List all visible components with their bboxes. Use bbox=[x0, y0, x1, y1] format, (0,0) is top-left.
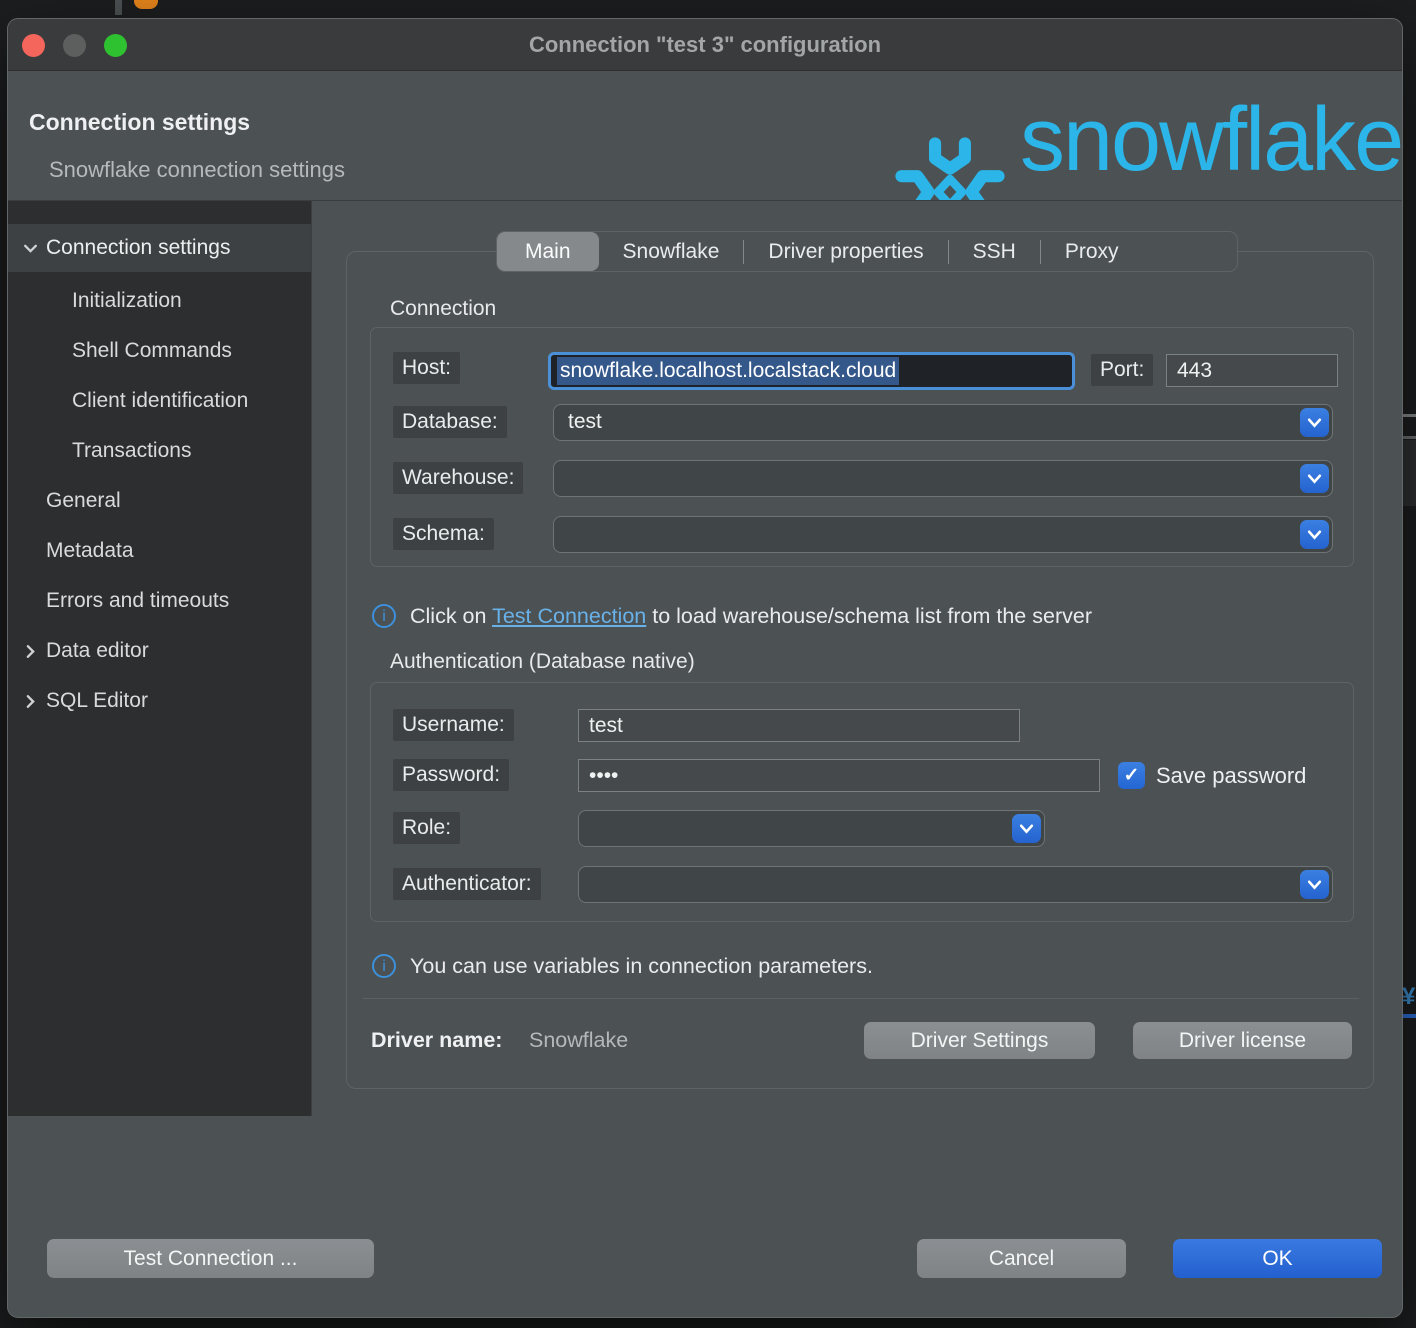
connection-group-label: Connection bbox=[390, 297, 496, 321]
authenticator-combo[interactable] bbox=[578, 866, 1333, 903]
test-connection-button[interactable]: Test Connection ... bbox=[47, 1239, 374, 1278]
role-dropdown-button[interactable] bbox=[1012, 814, 1041, 843]
password-input[interactable]: •••• bbox=[578, 759, 1100, 792]
sidebar-content-divider bbox=[311, 201, 312, 1116]
sidebar-item-client-identification[interactable]: Client identification bbox=[8, 377, 311, 425]
main-tab-content: Connection Host: snowflake.localhost.loc… bbox=[346, 251, 1374, 1089]
chevron-down-icon bbox=[1307, 473, 1322, 485]
driver-name-value: Snowflake bbox=[529, 1028, 628, 1053]
test-connection-hint: Click on Test Connection to load warehou… bbox=[410, 604, 1092, 629]
authentication-group: Username: test Password: •••• Save passw… bbox=[370, 682, 1354, 922]
port-label: Port: bbox=[1091, 354, 1153, 386]
sidebar-item-data-editor[interactable]: Data editor bbox=[8, 627, 311, 675]
host-label: Host: bbox=[393, 352, 460, 384]
chevron-right-icon[interactable] bbox=[20, 641, 40, 661]
database-combo-value: test bbox=[568, 410, 602, 434]
username-input[interactable]: test bbox=[578, 709, 1020, 742]
port-input[interactable]: 443 bbox=[1166, 354, 1338, 387]
driver-license-button[interactable]: Driver license bbox=[1133, 1022, 1352, 1059]
sidebar-item-shell-commands[interactable]: Shell Commands bbox=[8, 327, 311, 375]
sidebar-item-general[interactable]: General bbox=[8, 477, 311, 525]
tab-proxy[interactable]: Proxy bbox=[1041, 232, 1143, 271]
background-app-strip: ¥ bbox=[1402, 0, 1416, 1328]
info-icon bbox=[372, 954, 396, 978]
host-input-selected-text: snowflake.localhost.localstack.cloud bbox=[557, 357, 899, 385]
database-combo[interactable]: test bbox=[553, 404, 1333, 441]
sidebar-item-sql-editor[interactable]: SQL Editor bbox=[8, 677, 311, 725]
driver-settings-button[interactable]: Driver Settings bbox=[864, 1022, 1095, 1059]
database-dropdown-button[interactable] bbox=[1300, 408, 1329, 437]
cancel-button[interactable]: Cancel bbox=[917, 1239, 1126, 1278]
schema-dropdown-button[interactable] bbox=[1300, 520, 1329, 549]
database-label: Database: bbox=[393, 406, 507, 438]
connection-configuration-dialog: Connection "test 3" configuration Connec… bbox=[7, 18, 1403, 1318]
authenticator-label: Authenticator: bbox=[393, 868, 541, 900]
tab-main[interactable]: Main bbox=[497, 232, 599, 271]
schema-combo[interactable] bbox=[553, 516, 1333, 553]
sidebar-item-transactions[interactable]: Transactions bbox=[8, 427, 311, 475]
tab-driver-properties[interactable]: Driver properties bbox=[744, 232, 947, 271]
background-blue-icon: ¥ bbox=[1402, 983, 1416, 1013]
host-input[interactable]: snowflake.localhost.localstack.cloud bbox=[548, 352, 1075, 390]
dialog-header: Connection settings Snowflake connection… bbox=[8, 71, 1402, 201]
variables-hint: You can use variables in connection para… bbox=[410, 954, 873, 979]
driver-section-divider bbox=[363, 998, 1359, 999]
chevron-down-icon bbox=[1307, 529, 1322, 541]
warehouse-label: Warehouse: bbox=[393, 462, 523, 494]
sidebar-item-metadata[interactable]: Metadata bbox=[8, 527, 311, 575]
connection-group: Host: snowflake.localhost.localstack.clo… bbox=[370, 327, 1354, 567]
tab-ssh[interactable]: SSH bbox=[949, 232, 1040, 271]
username-label: Username: bbox=[393, 709, 514, 741]
background-panel-edge bbox=[1403, 440, 1416, 506]
sidebar-item-initialization[interactable]: Initialization bbox=[8, 277, 311, 325]
page-subtitle: Snowflake connection settings bbox=[49, 157, 345, 183]
authenticator-dropdown-button[interactable] bbox=[1300, 870, 1329, 899]
role-label: Role: bbox=[393, 812, 460, 844]
background-divider-line bbox=[1402, 414, 1416, 417]
authentication-group-label: Authentication (Database native) bbox=[390, 650, 695, 674]
tab-bar: Main Snowflake Driver properties SSH Pro… bbox=[496, 231, 1238, 272]
chevron-right-icon[interactable] bbox=[20, 691, 40, 711]
page-title: Connection settings bbox=[29, 109, 250, 136]
schema-label: Schema: bbox=[393, 518, 494, 550]
test-connection-link[interactable]: Test Connection bbox=[492, 604, 646, 628]
chevron-down-icon bbox=[1307, 417, 1322, 429]
driver-name-label: Driver name: bbox=[371, 1028, 502, 1053]
snowflake-logo: snowflake bbox=[894, 81, 1402, 201]
password-label: Password: bbox=[393, 759, 509, 791]
snowflake-wordmark: snowflake bbox=[1020, 89, 1402, 192]
info-icon bbox=[372, 604, 396, 628]
snowflake-icon bbox=[894, 133, 1006, 201]
background-blue-line bbox=[1402, 1014, 1416, 1018]
chevron-down-icon[interactable] bbox=[20, 238, 40, 258]
chevron-down-icon bbox=[1307, 879, 1322, 891]
ok-button[interactable]: OK bbox=[1173, 1239, 1382, 1278]
role-combo[interactable] bbox=[578, 810, 1045, 847]
chevron-down-icon bbox=[1019, 823, 1034, 835]
tab-snowflake[interactable]: Snowflake bbox=[599, 232, 744, 271]
background-app-divider bbox=[115, 0, 122, 15]
save-password-label: Save password bbox=[1156, 763, 1306, 789]
background-app-icon bbox=[134, 0, 158, 9]
sidebar-item-errors-and-timeouts[interactable]: Errors and timeouts bbox=[8, 577, 311, 625]
window-title: Connection "test 3" configuration bbox=[8, 19, 1402, 71]
sidebar-item-connection-settings[interactable]: Connection settings bbox=[8, 224, 311, 272]
warehouse-dropdown-button[interactable] bbox=[1300, 464, 1329, 493]
warehouse-combo[interactable] bbox=[553, 460, 1333, 497]
background-divider-line bbox=[1402, 436, 1416, 439]
title-bar[interactable]: Connection "test 3" configuration bbox=[8, 19, 1402, 71]
save-password-checkbox[interactable] bbox=[1118, 762, 1145, 789]
settings-navigation-sidebar: Connection settings Initialization Shell… bbox=[8, 201, 311, 1116]
